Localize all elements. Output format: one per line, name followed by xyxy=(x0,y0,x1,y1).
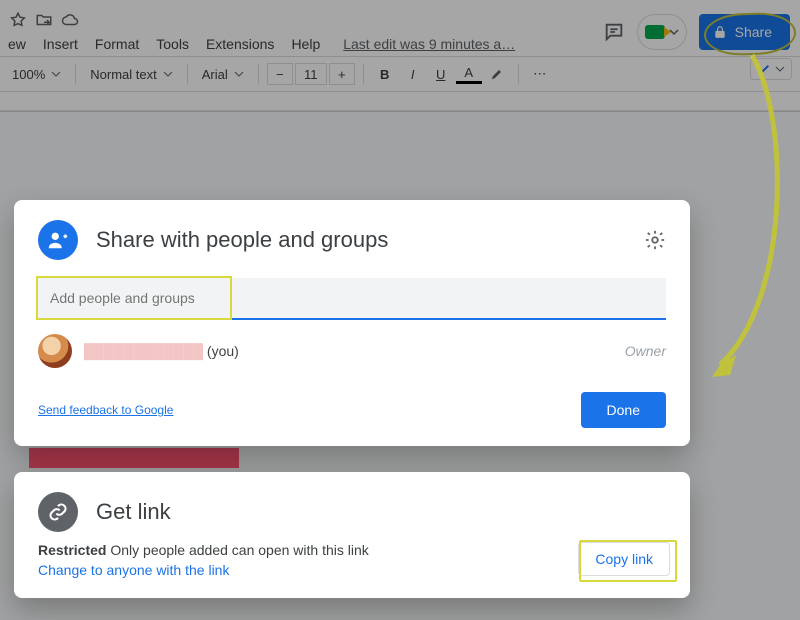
people-icon xyxy=(38,220,78,260)
owner-role-label: Owner xyxy=(625,343,666,359)
gear-icon xyxy=(644,229,666,251)
top-right-controls: Share xyxy=(603,14,790,50)
menu-bar: ew Insert Format Tools Extensions Help L… xyxy=(0,32,523,56)
meet-button[interactable] xyxy=(637,14,687,50)
chevron-down-icon xyxy=(775,64,785,74)
menu-help[interactable]: Help xyxy=(283,32,328,56)
change-access-link[interactable]: Change to anyone with the link xyxy=(38,562,229,578)
star-icon[interactable] xyxy=(6,8,30,32)
share-dialog-title: Share with people and groups xyxy=(96,227,388,253)
background-content-block xyxy=(29,448,239,468)
share-button-label: Share xyxy=(735,24,772,40)
text-color-button[interactable]: A xyxy=(456,64,482,84)
editing-mode-dropdown[interactable] xyxy=(750,58,792,80)
send-feedback-link[interactable]: Send feedback to Google xyxy=(38,403,173,417)
menu-view[interactable]: ew xyxy=(0,32,34,56)
highlight-button[interactable] xyxy=(484,61,510,87)
avatar xyxy=(38,334,72,368)
menu-extensions[interactable]: Extensions xyxy=(198,32,282,56)
menu-insert[interactable]: Insert xyxy=(35,32,86,56)
get-link-title: Get link xyxy=(96,499,171,525)
formatting-toolbar: 100% Normal text Arial − 11 + B I U A ⋯ xyxy=(0,56,800,92)
font-size-increase[interactable]: + xyxy=(329,63,355,85)
font-size-decrease[interactable]: − xyxy=(267,63,293,85)
zoom-dropdown[interactable]: 100% xyxy=(6,67,67,82)
link-restriction-text: Restricted Only people added can open wi… xyxy=(38,542,666,558)
link-icon xyxy=(38,492,78,532)
pencil-icon xyxy=(757,61,773,77)
share-button[interactable]: Share xyxy=(699,14,790,50)
font-size-input[interactable]: 11 xyxy=(295,63,327,85)
add-people-input[interactable] xyxy=(38,278,666,320)
underline-button[interactable]: U xyxy=(428,61,454,87)
annotation-copy-highlight xyxy=(579,540,677,582)
settings-button[interactable] xyxy=(644,229,666,251)
bold-button[interactable]: B xyxy=(372,61,398,87)
last-edit-link[interactable]: Last edit was 9 minutes a… xyxy=(335,32,523,56)
share-dialog: Share with people and groups ███████████… xyxy=(14,200,690,446)
get-link-dialog: Get link Restricted Only people added ca… xyxy=(14,472,690,598)
style-dropdown[interactable]: Normal text xyxy=(84,67,178,82)
done-button[interactable]: Done xyxy=(581,392,666,428)
italic-button[interactable]: I xyxy=(400,61,426,87)
menu-tools[interactable]: Tools xyxy=(148,32,197,56)
font-dropdown[interactable]: Arial xyxy=(196,67,250,82)
owner-name: ████████████ (you) xyxy=(84,343,239,359)
more-button[interactable]: ⋯ xyxy=(527,61,553,87)
camera-icon xyxy=(645,25,665,39)
move-icon[interactable] xyxy=(32,8,56,32)
lock-icon xyxy=(713,25,727,39)
menu-format[interactable]: Format xyxy=(87,32,147,56)
cloud-icon[interactable] xyxy=(58,8,82,32)
ruler xyxy=(0,92,800,112)
comments-icon[interactable] xyxy=(603,21,625,43)
owner-row: ████████████ (you) Owner xyxy=(38,334,666,368)
